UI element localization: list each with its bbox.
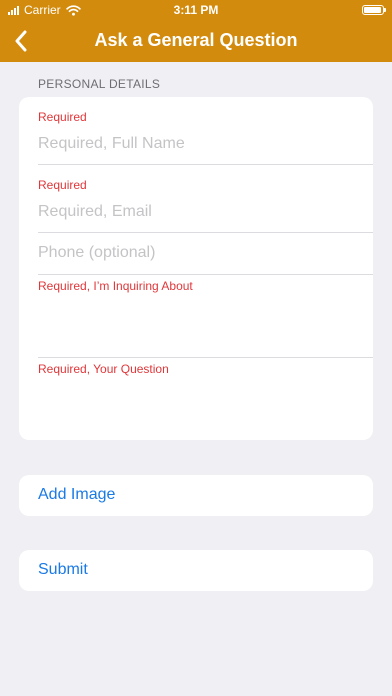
divider bbox=[38, 357, 373, 358]
battery-icon bbox=[362, 5, 386, 15]
divider bbox=[38, 232, 373, 233]
inquiring-about-label: Required, I’m Inquiring About bbox=[38, 279, 193, 293]
inquiring-about-field[interactable] bbox=[38, 297, 358, 353]
personal-details-card: Required Required Required, I’m Inquirin… bbox=[19, 97, 373, 440]
page-title: Ask a General Question bbox=[94, 30, 298, 50]
submit-button[interactable]: Submit bbox=[19, 550, 373, 591]
your-question-field[interactable] bbox=[38, 380, 358, 434]
back-button[interactable] bbox=[6, 26, 36, 56]
your-question-label: Required, Your Question bbox=[38, 362, 169, 376]
full-name-field[interactable] bbox=[38, 135, 358, 153]
phone-field[interactable] bbox=[38, 244, 358, 262]
navigation-bar: Ask a General Question bbox=[0, 22, 392, 62]
app-header: Carrier 3:11 PM Ask a General Question bbox=[0, 0, 392, 62]
submit-label: Submit bbox=[38, 561, 88, 578]
email-required-label: Required bbox=[38, 178, 87, 192]
section-header-personal-details: PERSONAL DETAILS bbox=[38, 77, 161, 91]
email-field[interactable] bbox=[38, 203, 358, 221]
add-image-label: Add Image bbox=[38, 486, 116, 503]
divider bbox=[38, 274, 373, 275]
add-image-button[interactable]: Add Image bbox=[19, 475, 373, 516]
divider bbox=[38, 164, 373, 165]
chevron-left-icon bbox=[15, 30, 27, 52]
status-bar: Carrier 3:11 PM bbox=[0, 0, 392, 22]
status-time: 3:11 PM bbox=[173, 3, 219, 17]
full-name-required-label: Required bbox=[38, 110, 87, 124]
